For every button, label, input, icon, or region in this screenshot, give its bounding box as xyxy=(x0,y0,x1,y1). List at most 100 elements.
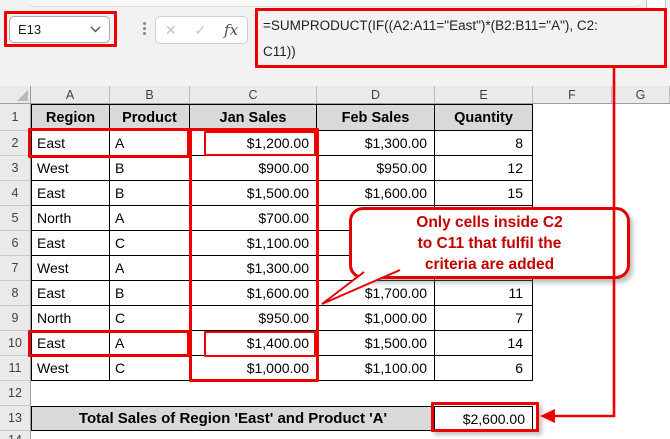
row-header-12[interactable]: 12 xyxy=(0,381,31,406)
column-header-A[interactable]: A xyxy=(31,86,110,104)
empty-cell[interactable] xyxy=(31,381,110,406)
row-header-4[interactable]: 4 xyxy=(0,181,31,206)
cell-region[interactable]: East xyxy=(31,331,110,356)
cell-region[interactable]: West xyxy=(31,156,110,181)
cell-product[interactable]: A xyxy=(110,131,190,156)
row-header-5[interactable]: 5 xyxy=(0,206,31,231)
cell-feb[interactable]: $950.00 xyxy=(317,156,435,181)
column-header-G[interactable]: G xyxy=(612,86,670,104)
total-label-cell[interactable]: Total Sales of Region 'East' and Product… xyxy=(31,406,435,431)
cell-feb[interactable]: $1,100.00 xyxy=(317,356,435,381)
cell-qty[interactable]: 14 xyxy=(435,331,533,356)
row-header-14[interactable]: 14 xyxy=(0,431,31,439)
cell-qty[interactable]: 6 xyxy=(435,356,533,381)
formula-input[interactable]: =SUMPRODUCT(IF((A2:A11="East")*(B2:B11="… xyxy=(263,13,661,65)
cell-qty[interactable]: 15 xyxy=(435,181,533,206)
drag-handle-dots-icon xyxy=(143,22,146,35)
cell-qty[interactable]: 11 xyxy=(435,281,533,306)
cell-feb[interactable]: $1,000.00 xyxy=(317,306,435,331)
empty-cell xyxy=(612,181,670,206)
empty-cell[interactable] xyxy=(190,381,317,406)
total-value-cell[interactable]: $2,600.00 xyxy=(435,406,533,431)
header-quantity[interactable]: Quantity xyxy=(435,104,533,131)
select-all-corner[interactable] xyxy=(0,86,31,104)
header-feb-sales[interactable]: Feb Sales xyxy=(317,104,435,131)
cell-jan[interactable]: $1,000.00 xyxy=(190,356,317,381)
cell-jan[interactable]: $700.00 xyxy=(190,206,317,231)
row-header-11[interactable]: 11 xyxy=(0,356,31,381)
total-row: 13 Total Sales of Region 'East' and Prod… xyxy=(0,406,670,431)
column-header-C[interactable]: C xyxy=(190,86,317,104)
cell-region[interactable]: East xyxy=(31,131,110,156)
cell-jan[interactable]: $1,100.00 xyxy=(190,231,317,256)
row-header-14-label: 14 xyxy=(8,433,22,439)
cell-region[interactable]: East xyxy=(31,231,110,256)
row-header-10[interactable]: 10 xyxy=(0,331,31,356)
cell-region[interactable]: East xyxy=(31,181,110,206)
cancel-icon[interactable]: ✕ xyxy=(165,23,177,37)
empty-cell xyxy=(533,181,612,206)
cell-product[interactable]: C xyxy=(110,231,190,256)
row-header-9[interactable]: 9 xyxy=(0,306,31,331)
cell-jan[interactable]: $1,500.00 xyxy=(190,181,317,206)
cell-jan[interactable]: $1,300.00 xyxy=(190,256,317,281)
row-header-1[interactable]: 1 xyxy=(0,104,31,131)
cell-product[interactable]: B xyxy=(110,156,190,181)
header-jan-sales[interactable]: Jan Sales xyxy=(190,104,317,131)
empty-cell[interactable] xyxy=(317,381,435,406)
empty-cell[interactable] xyxy=(435,381,533,406)
header-product[interactable]: Product xyxy=(110,104,190,131)
cell-region[interactable]: East xyxy=(31,281,110,306)
cell-product[interactable]: B xyxy=(110,281,190,306)
cell-feb[interactable]: $1,500.00 xyxy=(317,331,435,356)
cell-product[interactable]: C xyxy=(110,306,190,331)
cell-feb[interactable]: $1,700.00 xyxy=(317,281,435,306)
insert-function-icon[interactable]: fx xyxy=(224,21,238,39)
cell-product[interactable]: A xyxy=(110,206,190,231)
empty-cell xyxy=(612,104,670,131)
empty-cell xyxy=(612,381,670,406)
empty-cell[interactable] xyxy=(110,381,190,406)
cell-region[interactable]: West xyxy=(31,356,110,381)
row-header-7[interactable]: 7 xyxy=(0,256,31,281)
column-header-D[interactable]: D xyxy=(317,86,435,104)
ribbon-bottom-edge xyxy=(28,0,642,7)
empty-row: 12 xyxy=(0,381,670,406)
empty-cell xyxy=(612,406,670,431)
row-header-2[interactable]: 2 xyxy=(0,131,31,156)
enter-icon[interactable]: ✓ xyxy=(194,23,206,37)
empty-cell xyxy=(612,306,670,331)
cell-region[interactable]: West xyxy=(31,256,110,281)
cell-qty[interactable]: 8 xyxy=(435,131,533,156)
cell-jan[interactable]: $950.00 xyxy=(190,306,317,331)
cell-jan[interactable]: $900.00 xyxy=(190,156,317,181)
cell-jan[interactable]: $1,600.00 xyxy=(190,281,317,306)
cell-feb[interactable]: $1,600.00 xyxy=(317,181,435,206)
row-header-8[interactable]: 8 xyxy=(0,281,31,306)
header-region[interactable]: Region xyxy=(31,104,110,131)
cell-product[interactable]: A xyxy=(110,331,190,356)
cell-product[interactable]: C xyxy=(110,356,190,381)
column-header-strip: A B C D E F G xyxy=(0,86,670,104)
cell-jan[interactable]: $1,200.00 xyxy=(190,131,317,156)
name-box-value: E13 xyxy=(18,22,42,37)
cell-region[interactable]: North xyxy=(31,306,110,331)
column-header-E[interactable]: E xyxy=(435,86,533,104)
row-header-6[interactable]: 6 xyxy=(0,231,31,256)
column-header-F[interactable]: F xyxy=(533,86,612,104)
table-row: 8 East B $1,600.00 $1,700.00 11 xyxy=(0,281,670,306)
cell-region[interactable]: North xyxy=(31,206,110,231)
row-header-13[interactable]: 13 xyxy=(0,406,31,431)
name-box[interactable]: E13 xyxy=(9,16,110,43)
column-header-B[interactable]: B xyxy=(110,86,190,104)
table-row: 3 West B $900.00 $950.00 12 xyxy=(0,156,670,181)
cell-product[interactable]: B xyxy=(110,181,190,206)
cell-feb[interactable]: $1,300.00 xyxy=(317,131,435,156)
cell-jan[interactable]: $1,400.00 xyxy=(190,331,317,356)
cell-qty[interactable]: 7 xyxy=(435,306,533,331)
callout-line-2: to C11 that fulfil the xyxy=(417,234,562,252)
row-header-3[interactable]: 3 xyxy=(0,156,31,181)
cell-qty[interactable]: 12 xyxy=(435,156,533,181)
cell-product[interactable]: A xyxy=(110,256,190,281)
chevron-down-icon[interactable] xyxy=(90,26,101,33)
